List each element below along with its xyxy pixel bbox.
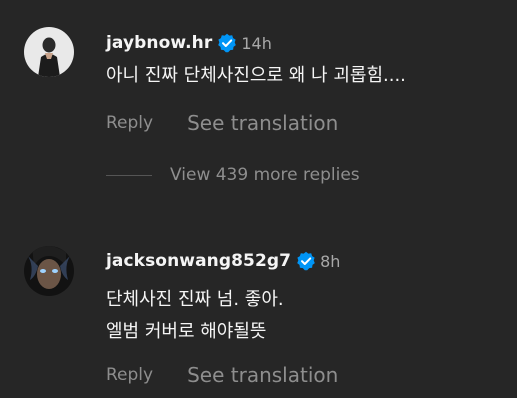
username[interactable]: jaybnow.hr bbox=[106, 33, 212, 53]
comment-text: 단체사진 진짜 넘. 좋아. 엘범 커버로 해야될뜻 bbox=[106, 284, 284, 348]
comment-item: jacksonwang852g7 8h 단체사진 진짜 넘. 좋아. 엘범 커버… bbox=[0, 220, 517, 398]
see-translation-button[interactable]: See translation bbox=[187, 363, 338, 387]
avatar[interactable] bbox=[24, 27, 74, 77]
reply-button[interactable]: Reply bbox=[106, 113, 153, 133]
comment-line: 엘범 커버로 해야될뜻 bbox=[106, 321, 267, 342]
comment-line: 단체사진 진짜 넘. 좋아. bbox=[106, 289, 284, 310]
timestamp: 14h bbox=[241, 33, 272, 53]
view-more-replies-button[interactable]: View 439 more replies bbox=[106, 165, 360, 185]
see-translation-button[interactable]: See translation bbox=[187, 111, 338, 135]
username[interactable]: jacksonwang852g7 bbox=[106, 251, 291, 271]
comment-actions: Reply See translation bbox=[106, 111, 338, 135]
comment-text: 아니 진짜 단체사진으로 왜 나 괴롭힘.... bbox=[106, 64, 406, 88]
reply-button[interactable]: Reply bbox=[106, 365, 153, 385]
comment-item: jaybnow.hr 14h 아니 진짜 단체사진으로 왜 나 괴롭힘.... … bbox=[0, 0, 517, 150]
view-more-replies-label: View 439 more replies bbox=[170, 165, 360, 185]
timestamp: 8h bbox=[320, 251, 341, 271]
verified-badge-icon bbox=[217, 33, 237, 53]
comment-actions: Reply See translation bbox=[106, 363, 338, 387]
comment-header: jaybnow.hr 14h bbox=[106, 33, 272, 53]
replies-divider bbox=[106, 174, 152, 176]
verified-badge-icon bbox=[296, 251, 316, 271]
avatar[interactable] bbox=[24, 246, 74, 296]
comment-header: jacksonwang852g7 8h bbox=[106, 251, 340, 271]
comment-line: 아니 진짜 단체사진으로 왜 나 괴롭힘.... bbox=[106, 65, 406, 86]
